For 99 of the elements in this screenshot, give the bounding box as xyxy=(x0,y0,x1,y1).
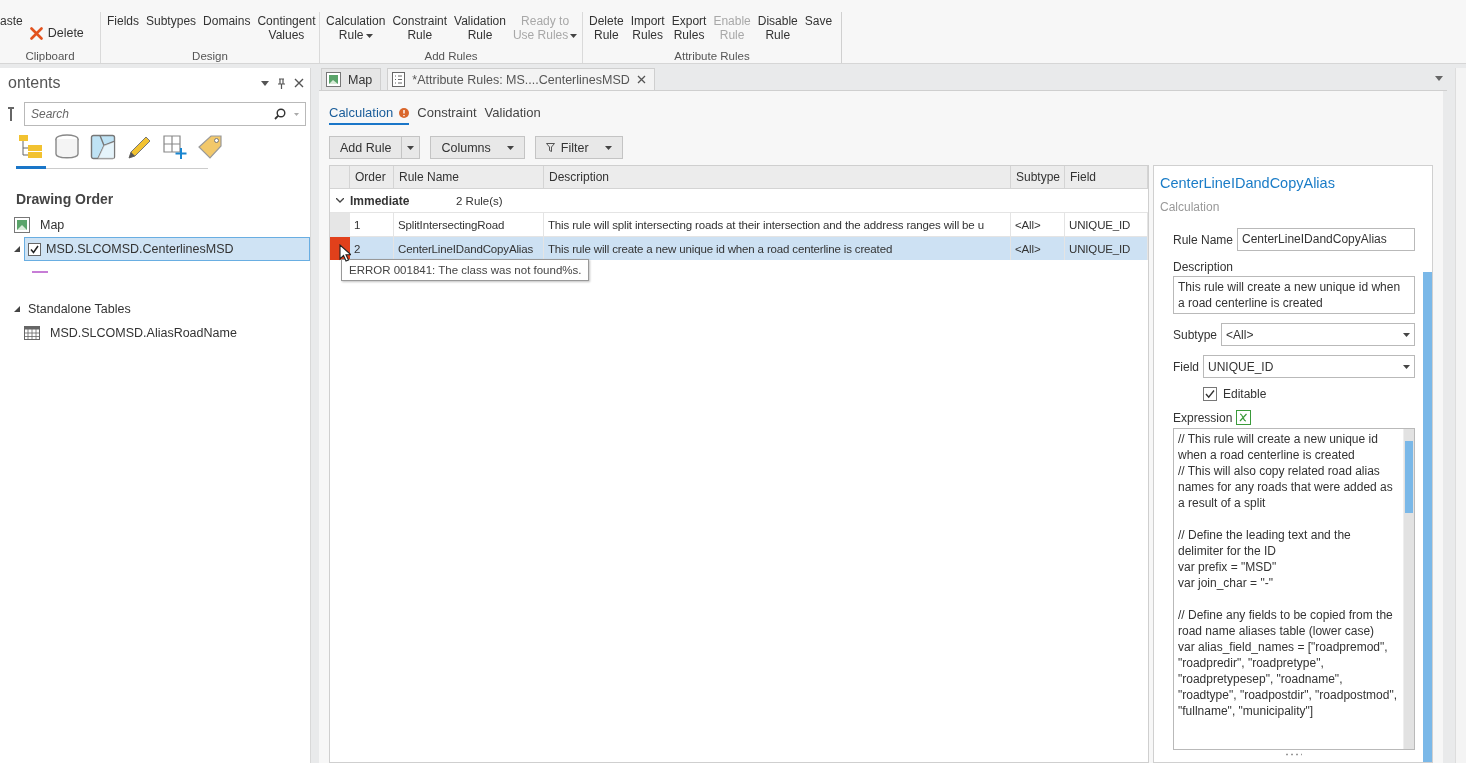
checkbox[interactable] xyxy=(1203,387,1217,401)
section-heading: Drawing Order xyxy=(16,191,115,207)
ribbon-button[interactable]: Save xyxy=(802,12,835,30)
table-cell: UNIQUE_ID xyxy=(1065,237,1148,260)
layer-name: MSD.SLCOMSD.AliasRoadName xyxy=(50,326,237,340)
field-label: Description xyxy=(1173,260,1235,274)
group-label: Add Rules xyxy=(423,50,479,62)
ribbon-button[interactable]: Calculation Rule xyxy=(324,12,388,44)
input-field[interactable]: This rule will create a new unique id when a road centerline is created xyxy=(1173,276,1415,314)
table-row[interactable]: 2 CenterLineIDandCopyAlias This rule will create a new unique id when a road centerline is created <All> UNIQUE_ID xyxy=(330,236,1148,260)
ribbon-button[interactable]: Disable Rule xyxy=(755,12,800,44)
column-header[interactable]: Rule Name xyxy=(394,166,544,188)
table-icon xyxy=(24,326,40,340)
close-icon[interactable] xyxy=(636,75,646,84)
map-icon xyxy=(326,72,341,87)
pin-icon[interactable] xyxy=(277,77,286,89)
layer-name: Standalone Tables xyxy=(28,302,131,316)
group-label: Design xyxy=(191,50,229,62)
group-label: Immediate xyxy=(350,193,411,208)
ribbon-button[interactable]: Subtypes xyxy=(144,12,199,30)
rule-count: 2 Rule(s) xyxy=(456,194,503,207)
expander-icon[interactable] xyxy=(336,198,344,203)
column-header[interactable]: Field xyxy=(1065,166,1148,188)
search-icon xyxy=(274,108,286,120)
layer-item[interactable]: MSD.SLCOMSD.AliasRoadName xyxy=(46,321,310,345)
ribbon-button[interactable]: Import Rules xyxy=(628,12,667,44)
rules-list-icon xyxy=(392,72,406,87)
cursor-icon xyxy=(339,244,351,262)
input-field[interactable]: CenterLineIDandCopyAlias xyxy=(1237,228,1415,251)
document-tab[interactable]: Map xyxy=(321,68,382,90)
rule-type-tab[interactable]: Constraint xyxy=(417,105,477,125)
caret-icon xyxy=(1403,364,1410,369)
rule-type-tab[interactable]: Calculation xyxy=(329,105,410,125)
table-cell: <All> xyxy=(1011,237,1065,260)
ribbon-button[interactable]: Export Rules xyxy=(669,12,709,44)
field-label: Subtype xyxy=(1173,327,1218,342)
column-header[interactable]: Order xyxy=(350,166,394,188)
column-header[interactable]: Subtype xyxy=(1011,166,1065,188)
rule-title: CenterLineIDandCopyAlias xyxy=(1160,175,1336,191)
tag-icon xyxy=(198,134,224,160)
search-field[interactable]: Search xyxy=(24,102,306,126)
checkbox-label: Editable xyxy=(1223,387,1267,401)
ribbon-button[interactable]: aste xyxy=(0,12,25,30)
error-tooltip: ERROR 001841: The class was not found%s. xyxy=(341,259,590,281)
caret-icon xyxy=(1403,332,1410,337)
grid-add-icon xyxy=(162,134,188,160)
dropdown-icon[interactable] xyxy=(1435,76,1443,81)
resize-grip-icon[interactable] xyxy=(1285,753,1303,756)
code-editor[interactable] xyxy=(1173,428,1415,750)
expander-icon[interactable] xyxy=(14,246,20,252)
pane-title: ontents xyxy=(8,74,61,92)
list-icon xyxy=(18,134,44,160)
map-icon xyxy=(14,217,30,233)
dropdown-field[interactable]: <All> xyxy=(1221,323,1415,346)
error-icon xyxy=(399,107,410,118)
expression-text: // This rule will create a new unique id when a road centerline is created // This will also copy related road alias names for any roads that were added as a result of a split // Define the leading text and the delimiter for the ID var prefix = "MSD" var join_char = "-" // Define any fields to be copied from the road name aliases table (lower case) var alias_field_names = ["roadpremod", "roadpredir", "roadpretype", "roadpretypesep", "roadname", "roadtype", "roadpostdir", "roadpostmod", "fullname", "municipality"] xyxy=(1177,431,1398,720)
caret-icon xyxy=(407,145,415,150)
toolbar-button[interactable]: Columns xyxy=(430,136,525,159)
field-label: Expression xyxy=(1173,410,1233,425)
layer-name: Map xyxy=(40,218,65,232)
document-tab[interactable]: *Attribute Rules: MS....CenterlinesMSD xyxy=(387,68,655,90)
line-symbol-icon xyxy=(32,271,48,273)
caret-icon xyxy=(506,145,514,150)
caret-icon xyxy=(294,113,299,116)
rule-type-tab[interactable]: Validation xyxy=(484,105,541,125)
dropdown-button[interactable] xyxy=(402,136,421,159)
add-rule-button[interactable]: Add Rule xyxy=(329,136,403,159)
ribbon-button[interactable]: Domains xyxy=(201,12,253,30)
ribbon-button[interactable]: Contingent Values xyxy=(255,12,318,44)
toolbar-button[interactable]: Filter xyxy=(534,136,623,159)
ribbon-button[interactable]: Delete xyxy=(27,24,86,42)
expression-builder-icon[interactable] xyxy=(1236,410,1252,425)
close-icon[interactable] xyxy=(294,78,304,88)
map-icon xyxy=(90,134,116,160)
delete-icon xyxy=(29,26,43,40)
layer-item[interactable]: MSD.SLCOMSD.CenterlinesMSD xyxy=(24,237,310,261)
field-label: Rule Name xyxy=(1173,232,1234,247)
ribbon-button[interactable]: Delete Rule xyxy=(587,12,626,44)
scrollbar[interactable] xyxy=(1423,272,1432,762)
rule-type-label: Calculation xyxy=(1160,200,1221,214)
group-label: Clipboard xyxy=(24,50,76,62)
dropdown-field[interactable]: UNIQUE_ID xyxy=(1203,355,1415,378)
column-header[interactable]: Description xyxy=(544,166,1011,188)
layer-item[interactable]: Standalone Tables xyxy=(24,297,310,321)
database-icon xyxy=(54,134,80,160)
scrollbar[interactable] xyxy=(1403,429,1414,749)
view-tab[interactable] xyxy=(16,132,46,169)
ribbon-button[interactable]: Fields xyxy=(105,12,141,30)
field-label: Field xyxy=(1173,359,1199,374)
layer-name: MSD.SLCOMSD.CenterlinesMSD xyxy=(46,242,234,256)
caret-icon xyxy=(604,145,612,150)
group-label: Attribute Rules xyxy=(673,50,751,62)
checkbox[interactable] xyxy=(28,242,41,256)
ribbon-button[interactable]: Constraint Rule xyxy=(390,12,450,44)
pencil-icon xyxy=(126,134,152,160)
ribbon-button[interactable]: Validation Rule xyxy=(452,12,508,44)
dropdown-icon[interactable] xyxy=(261,80,269,86)
layer-item[interactable]: Map xyxy=(36,213,310,237)
expander-icon[interactable] xyxy=(14,306,20,312)
